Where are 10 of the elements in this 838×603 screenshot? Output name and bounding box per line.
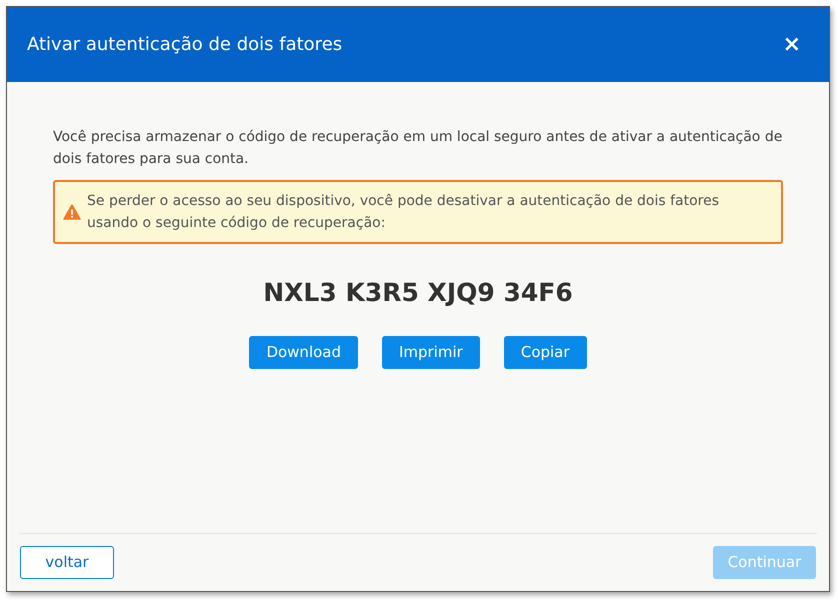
- dialog-title: Ativar autenticação de dois fatores: [27, 33, 342, 57]
- back-button[interactable]: voltar: [20, 546, 114, 579]
- intro-text: Você precisa armazenar o código de recuperação em um local seguro antes de ativar a autenticação de dois fatores para sua conta.: [53, 128, 783, 169]
- recovery-code: NXL3 K3R5 XJQ9 34F6: [262, 277, 574, 309]
- warning-icon: [63, 204, 81, 220]
- warning-text: Se perder o acesso ao seu dispositivo, você pode desativar a autenticação de dois fatores usando o seguinte código de recuperação:: [87, 192, 720, 233]
- action-button[interactable]: Copiar: [504, 336, 587, 368]
- action-button[interactable]: Imprimir: [382, 336, 480, 368]
- close-button[interactable]: ×: [782, 34, 801, 56]
- action-button[interactable]: Download: [249, 336, 358, 368]
